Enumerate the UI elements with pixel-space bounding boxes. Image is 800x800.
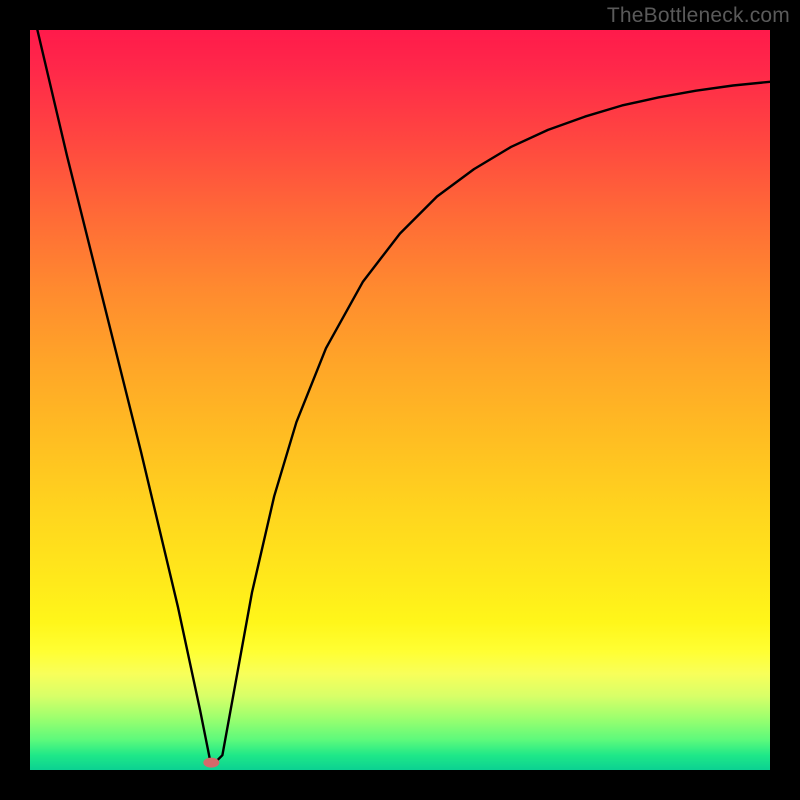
curve-layer bbox=[30, 30, 770, 770]
attribution-label: TheBottleneck.com bbox=[607, 4, 790, 28]
chart-frame: TheBottleneck.com bbox=[0, 0, 800, 800]
bottleneck-curve bbox=[37, 30, 770, 766]
min-marker bbox=[203, 758, 219, 768]
